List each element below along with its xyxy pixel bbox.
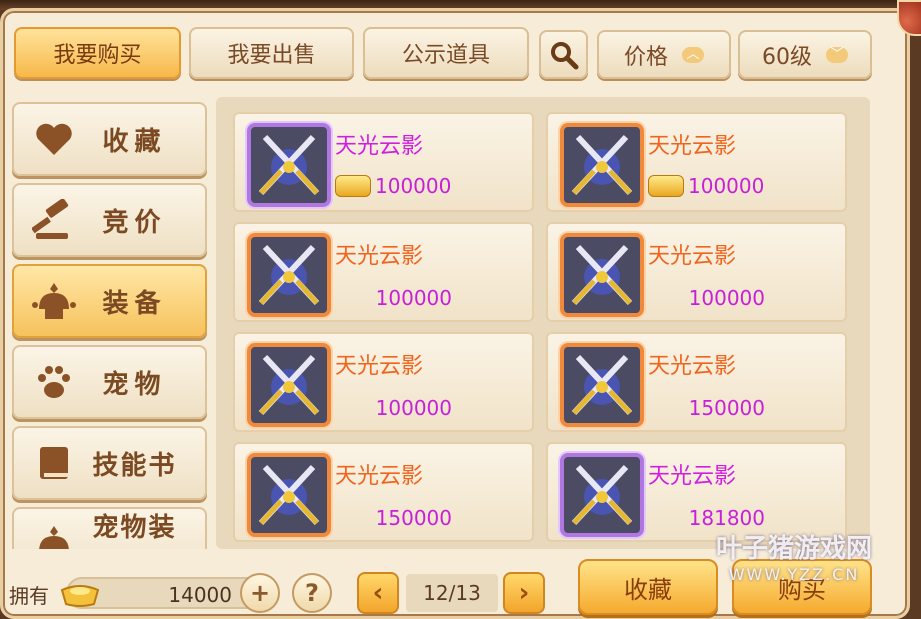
item-price: 100000 — [375, 174, 452, 198]
book-icon — [26, 435, 82, 491]
ingot-icon — [648, 175, 684, 197]
level-filter-button[interactable]: 60级 ﹀ — [738, 30, 872, 79]
item-price: 100000 — [375, 396, 452, 420]
price-sort-label: 价格 — [623, 44, 668, 70]
crossed-swords-icon — [247, 233, 331, 317]
next-page-button[interactable]: › — [503, 572, 545, 614]
plus-icon: + — [249, 579, 271, 607]
sidebar-item-label: 宠物装备 — [92, 513, 177, 543]
pet-equipment-icon — [26, 516, 82, 549]
favorite-button[interactable]: 收藏 — [578, 559, 718, 615]
item-price: 150000 — [375, 506, 452, 530]
price-row: 100000 — [335, 174, 451, 198]
sidebar-item-label: 装备 — [102, 288, 167, 319]
money-value: 14000 — [168, 583, 232, 607]
item-price: 181800 — [688, 506, 765, 530]
item-name: 天光云影 — [648, 244, 737, 269]
page-indicator: 12/13 — [406, 574, 498, 612]
crossed-swords-icon — [247, 123, 331, 207]
chevron-down-icon: ﹀ — [826, 46, 848, 63]
tab-buy[interactable]: 我要购买 — [14, 27, 181, 79]
help-icon: ? — [305, 579, 319, 607]
sidebar-item-skill-books[interactable]: 技能书 — [12, 426, 207, 500]
item-price: 100000 — [375, 286, 452, 310]
sidebar-item-pet-equipment[interactable]: 宠物装备 — [12, 507, 207, 549]
item-price: 150000 — [688, 396, 765, 420]
item-name: 天光云影 — [648, 134, 737, 159]
item-list: 天光云影 100000 天光云影 100000 天光云影 100000 天光云影 100000… — [216, 97, 870, 549]
gavel-icon — [26, 192, 82, 248]
tab-public-items[interactable]: 公示道具 — [363, 27, 529, 79]
item-name: 天光云影 — [648, 464, 737, 489]
item-card[interactable]: 天光云影 100000 — [546, 222, 847, 322]
crossed-swords-icon — [247, 453, 331, 537]
sidebar-item-label: 宠物 — [102, 369, 167, 400]
sidebar-item-favorites[interactable]: 收藏 — [12, 102, 207, 176]
ingot-icon — [335, 175, 371, 197]
item-card[interactable]: 天光云影 150000 — [233, 442, 534, 542]
search-button[interactable] — [539, 30, 588, 79]
item-name: 天光云影 — [335, 354, 424, 379]
chevron-up-icon: ︿ — [682, 46, 704, 63]
chevron-left-icon: ‹ — [372, 578, 384, 608]
item-name: 天光云影 — [335, 464, 424, 489]
sidebar-item-label: 竞价 — [102, 207, 167, 238]
item-card[interactable]: 天光云影 150000 — [546, 332, 847, 432]
helmet-icon — [26, 273, 82, 329]
item-card[interactable]: 天光云影 100000 — [546, 112, 847, 212]
search-icon — [550, 41, 578, 69]
price-sort-button[interactable]: 价格 ︿ — [597, 30, 731, 79]
heart-icon — [26, 111, 82, 167]
item-card[interactable]: 天光云影 100000 — [233, 222, 534, 322]
level-filter-label: 60级 — [762, 44, 812, 70]
help-button[interactable]: ? — [292, 573, 332, 613]
item-name: 天光云影 — [335, 134, 424, 159]
sidebar-item-label: 技能书 — [92, 450, 177, 481]
add-money-button[interactable]: + — [240, 573, 280, 613]
item-card[interactable]: 天光云影 100000 — [233, 112, 534, 212]
chevron-right-icon: › — [518, 578, 530, 608]
item-card[interactable]: 天光云影 181800 — [546, 442, 847, 542]
tab-sell[interactable]: 我要出售 — [189, 27, 354, 79]
watermark-main: 叶子猪游戏网 — [716, 534, 873, 564]
item-card[interactable]: 天光云影 100000 — [233, 332, 534, 432]
prev-page-button[interactable]: ‹ — [357, 572, 399, 614]
ingot-icon — [60, 585, 100, 607]
sidebar-item-pets[interactable]: 宠物 — [12, 345, 207, 419]
crossed-swords-icon — [560, 453, 644, 537]
item-name: 天光云影 — [335, 244, 424, 269]
price-row: 100000 — [648, 174, 764, 198]
watermark-sub: WWW.YZZ.CN — [728, 565, 860, 584]
paw-icon — [26, 354, 82, 410]
site-watermark: 叶子猪游戏网 WWW.YZZ.CN — [716, 528, 872, 584]
crossed-swords-icon — [560, 233, 644, 317]
sidebar-item-label: 收藏 — [102, 126, 167, 157]
sidebar-item-auction[interactable]: 竞价 — [12, 183, 207, 257]
crossed-swords-icon — [247, 343, 331, 427]
crossed-swords-icon — [560, 123, 644, 207]
item-price: 100000 — [688, 174, 765, 198]
item-name: 天光云影 — [648, 354, 737, 379]
owned-label: 拥有 — [9, 584, 49, 608]
category-sidebar: 收藏 竞价 装备 宠物 技能书 宠物装备 — [0, 100, 215, 549]
sidebar-item-equipment[interactable]: 装备 — [12, 264, 207, 338]
crossed-swords-icon — [560, 343, 644, 427]
item-price: 100000 — [688, 286, 765, 310]
